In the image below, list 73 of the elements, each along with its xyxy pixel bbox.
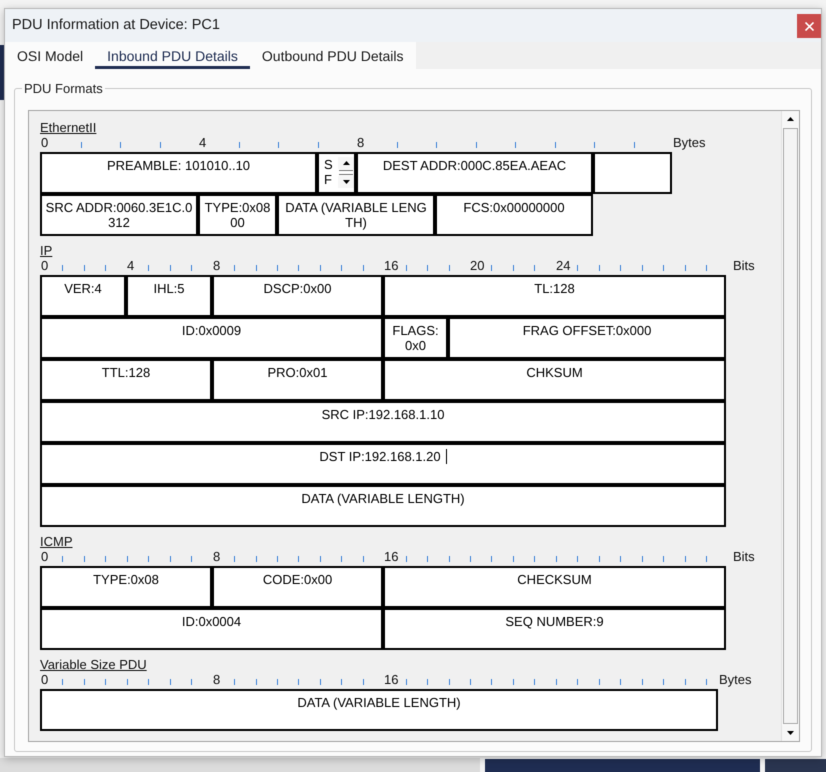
section-title: IP (40, 244, 52, 257)
tick-marks-drawing (406, 265, 450, 271)
ruler-label: 8 (213, 550, 220, 563)
caret-up-icon (787, 117, 794, 121)
window-title: PDU Information at Device: PC1 (12, 16, 221, 35)
section-title: Variable Size PDU (40, 658, 147, 671)
pdu-field: TYPE:0x08 (40, 566, 212, 608)
ruler-label: 0 (41, 673, 48, 686)
pdu-field: FCS:0x00000000 (435, 194, 593, 236)
ruler-label: 8 (213, 259, 220, 272)
caret-up-icon (342, 161, 350, 165)
pdu-field: TL:128 (383, 275, 726, 317)
tick-marks-drawing (148, 265, 192, 271)
group-title: PDU Formats (23, 81, 104, 96)
scroll-down-button[interactable] (782, 725, 799, 741)
pdu-field: PRO:0x01 (212, 359, 383, 401)
pdu-field: PREAMBLE: 101010..10 (40, 152, 317, 194)
close-button[interactable] (797, 14, 821, 38)
scroll-down-button[interactable] (338, 176, 354, 188)
pdu-field: DATA (VARIABLE LENG TH) (277, 194, 435, 236)
ruler-label: 16 (384, 550, 398, 563)
ruler-label: 16 (384, 673, 398, 686)
ruler-label: 4 (199, 136, 206, 149)
ruler-label: 8 (213, 673, 220, 686)
pdu-field: ID:0x0004 (40, 608, 383, 650)
scroll-up-button[interactable] (782, 111, 799, 127)
ruler-unit-label: Bits (733, 550, 755, 566)
tick-marks-drawing (62, 265, 106, 271)
pdu-field: SRC ADDR:0060.3E1C.0 312 (40, 194, 198, 236)
ruler-label: 4 (127, 259, 134, 272)
ruler-label: 0 (41, 259, 48, 272)
scroll-thumb[interactable] (339, 170, 353, 175)
pdu-field: FLAGS: 0x0 (383, 317, 448, 359)
ruler-label: 0 (41, 550, 48, 563)
pdu-field: FRAG OFFSET:0x000 (448, 317, 726, 359)
pdu-field: TYPE:0x08 00 (198, 194, 277, 236)
pdu-field: CHKSUM (383, 359, 726, 401)
ruler-label: 20 (470, 259, 484, 272)
section-title: EthernetII (40, 121, 96, 134)
field-text: SF (323, 156, 334, 188)
text-cursor-icon (446, 449, 447, 464)
caret-down-icon (342, 180, 350, 184)
pdu-field: SRC IP:192.168.1.10 (40, 401, 726, 443)
ruler-label: 8 (357, 136, 364, 149)
scroll-thumb[interactable] (783, 128, 798, 724)
pdu-field: CODE:0x00 (212, 566, 383, 608)
ruler-label: 0 (41, 136, 48, 149)
pdu-field: TTL:128 (40, 359, 212, 401)
tab[interactable]: OSI Model (5, 42, 96, 69)
pdu-field: DATA (VARIABLE LENGTH) (40, 689, 718, 731)
tab[interactable]: Outbound PDU Details (250, 42, 416, 69)
pdu-field: IHL:5 (126, 275, 212, 317)
pdu-field: ID:0x0009 (40, 317, 383, 359)
ruler-unit-label: Bits (733, 259, 755, 275)
scroll-up-button[interactable] (338, 157, 354, 169)
ruler-unit-label: Bytes (719, 673, 752, 689)
tick-marks-drawing (491, 265, 535, 271)
pdu-field: VER:4 (40, 275, 126, 317)
pdu-field: SEQ NUMBER:9 (383, 608, 726, 650)
tab[interactable]: Inbound PDU Details (95, 42, 250, 69)
pdu-field: DEST ADDR:000C.85EA.AEAC (356, 152, 593, 194)
field-value: DST IP:192.168.1.20 (319, 449, 441, 464)
ruler-label: 16 (384, 259, 398, 272)
background-window-edge (0, 45, 4, 100)
ruler-unit-label: Bytes (673, 136, 706, 152)
close-icon (804, 22, 814, 30)
caret-down-icon (787, 731, 794, 735)
background-panel (765, 759, 826, 772)
section-title: ICMP (40, 535, 72, 548)
pdu-field: CHECKSUM (383, 566, 726, 608)
ruler-label: 24 (556, 259, 570, 272)
pdu-field: DSCP:0x00 (212, 275, 383, 317)
pdu-field: DATA (VARIABLE LENGTH) (40, 485, 726, 527)
